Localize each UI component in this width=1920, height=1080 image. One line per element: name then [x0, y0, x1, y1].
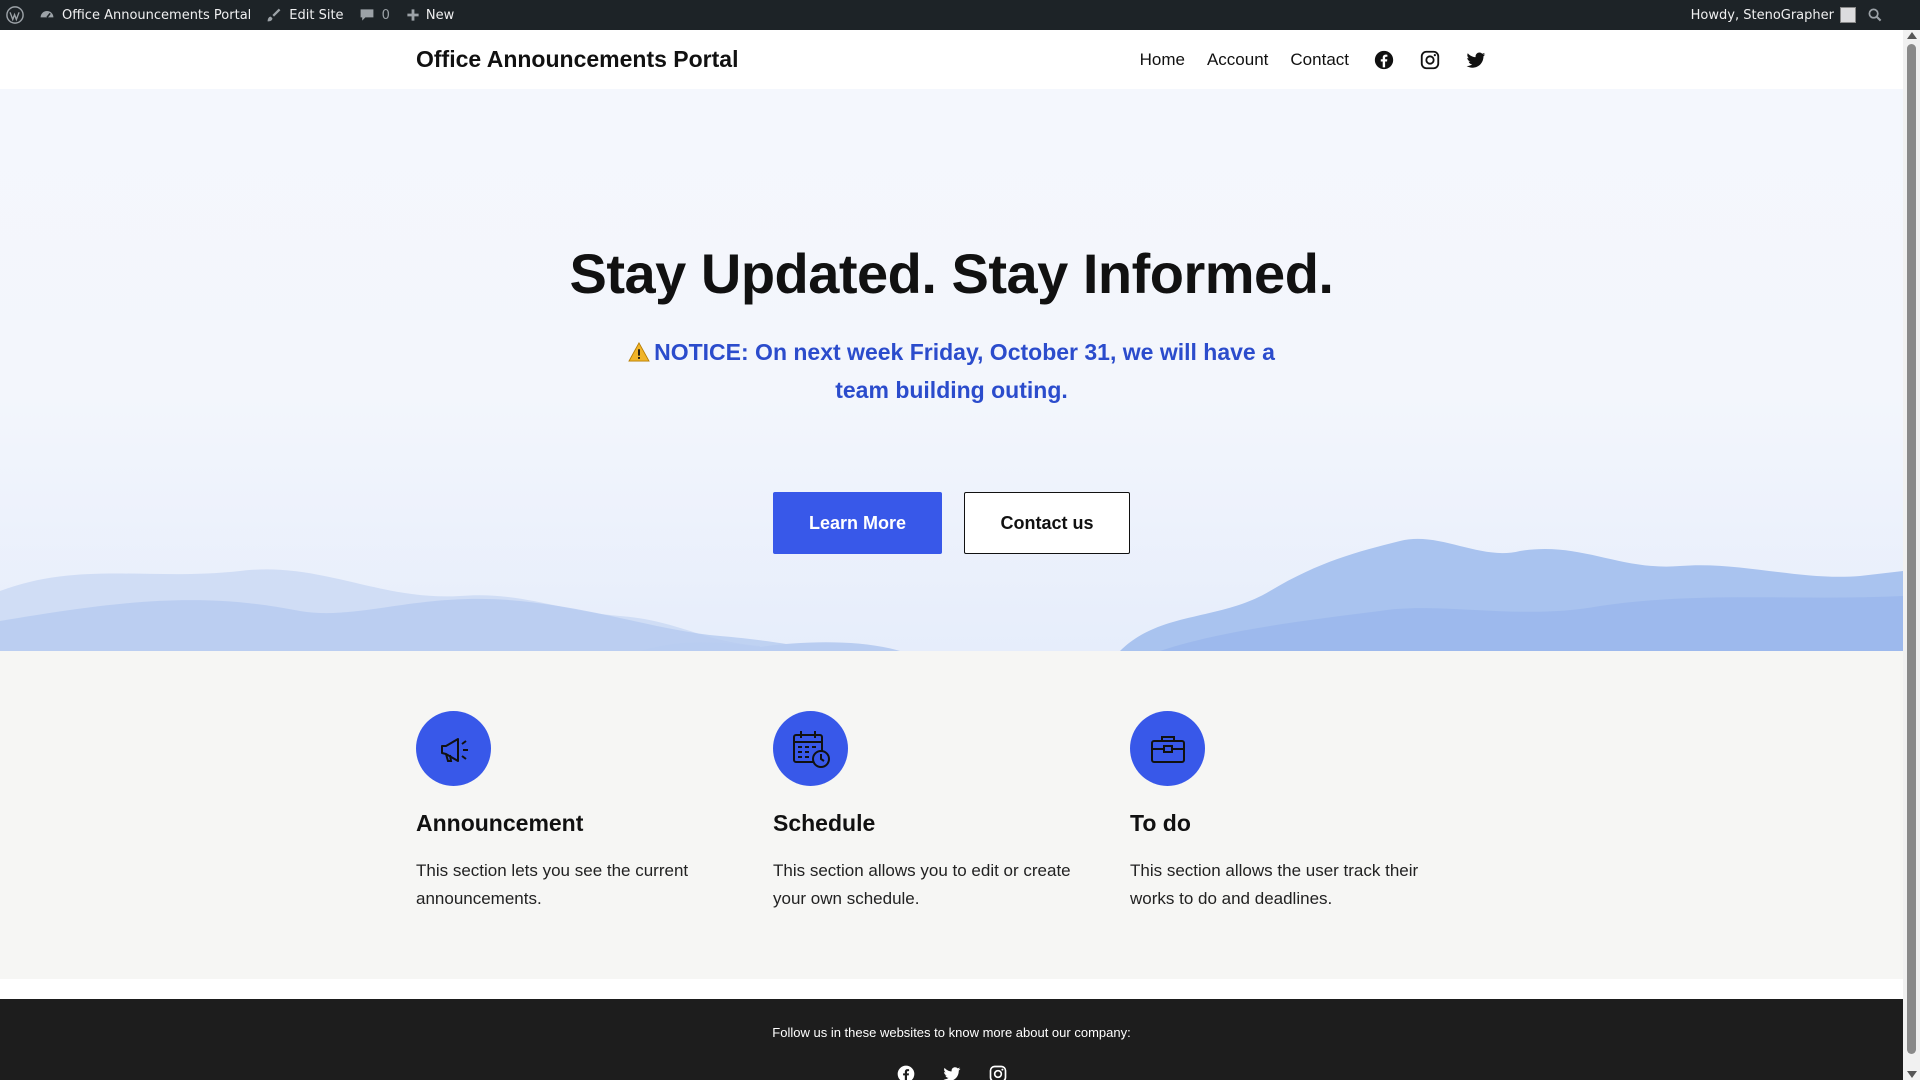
feature-text: This section lets you see the current an…	[416, 861, 689, 908]
footer-text: Follow us in these websites to know more…	[772, 1025, 1131, 1040]
avatar	[1840, 7, 1856, 23]
feature-text: This section allows you to edit or creat…	[773, 861, 1071, 908]
feature-schedule: Schedule This section allows you to edit…	[773, 711, 1130, 979]
admin-bar-site-name-label: Office Announcements Portal	[62, 7, 252, 23]
facebook-icon[interactable]	[1373, 49, 1395, 71]
feature-todo: To do This section allows the user track…	[1130, 711, 1487, 979]
feature-title: To do	[1130, 810, 1191, 836]
nav-account[interactable]: Account	[1207, 50, 1268, 70]
site-title[interactable]: Office Announcements Portal	[416, 46, 738, 73]
site-header: Office Announcements Portal Home Account…	[0, 30, 1903, 89]
admin-bar-edit-site[interactable]: Edit Site	[258, 0, 350, 30]
warning-icon	[628, 333, 650, 371]
dashboard-icon	[38, 6, 56, 24]
instagram-icon[interactable]	[988, 1064, 1008, 1080]
admin-bar-edit-site-label: Edit Site	[289, 7, 344, 23]
hero-section: Stay Updated. Stay Informed. NOTICE: On …	[0, 89, 1903, 651]
plus-icon	[404, 6, 422, 24]
feature-announcement: Announcement This section lets you see t…	[416, 711, 773, 979]
admin-bar: Office Announcements Portal Edit Site 0 …	[0, 0, 1920, 30]
footer-social	[0, 1064, 1903, 1080]
wordpress-icon	[6, 6, 24, 24]
briefcase-icon[interactable]	[1130, 711, 1205, 786]
page-scrollbar[interactable]	[1903, 30, 1920, 1080]
nav-contact[interactable]: Contact	[1290, 50, 1349, 70]
scroll-up-icon[interactable]	[1907, 32, 1917, 39]
feature-title: Announcement	[416, 810, 584, 836]
facebook-icon[interactable]	[896, 1064, 916, 1080]
admin-bar-site-name[interactable]: Office Announcements Portal	[31, 0, 258, 30]
feature-text: This section allows the user track their…	[1130, 861, 1419, 908]
admin-bar-comments[interactable]: 0	[351, 0, 397, 30]
main-nav: Home Account Contact	[1140, 49, 1487, 71]
features-section: Announcement This section lets you see t…	[0, 651, 1903, 979]
scroll-thumb[interactable]	[1907, 44, 1916, 1054]
twitter-icon[interactable]	[942, 1064, 962, 1080]
admin-bar-account[interactable]: Howdy, StenoGrapher	[1684, 0, 1860, 30]
header-social	[1373, 49, 1487, 71]
twitter-icon[interactable]	[1465, 49, 1487, 71]
admin-bar-greeting: Howdy, StenoGrapher	[1690, 7, 1834, 23]
page: Office Announcements Portal Home Account…	[0, 30, 1903, 1080]
admin-bar-new-label: New	[425, 7, 455, 23]
admin-bar-search[interactable]	[1860, 0, 1890, 30]
mountains-illustration	[0, 538, 1903, 651]
instagram-icon[interactable]	[1419, 49, 1441, 71]
wordpress-logo-button[interactable]	[0, 0, 31, 30]
admin-bar-new[interactable]: New	[397, 0, 461, 30]
search-icon	[1866, 6, 1884, 24]
section-spacer	[0, 979, 1903, 999]
brush-icon	[265, 6, 283, 24]
notice-text-block: NOTICE: On next week Friday, October 31,…	[620, 333, 1283, 409]
nav-home[interactable]: Home	[1140, 50, 1185, 70]
site-footer: Follow us in these websites to know more…	[0, 999, 1903, 1080]
megaphone-icon[interactable]	[416, 711, 491, 786]
hero-headline: Stay Updated. Stay Informed.	[569, 242, 1334, 305]
calendar-clock-icon[interactable]	[773, 711, 848, 786]
feature-title: Schedule	[773, 810, 876, 836]
scroll-down-icon[interactable]	[1907, 1071, 1917, 1078]
comments-count: 0	[381, 7, 390, 23]
notice-text: NOTICE: On next week Friday, October 31,…	[654, 339, 1275, 403]
comment-icon	[358, 6, 376, 24]
